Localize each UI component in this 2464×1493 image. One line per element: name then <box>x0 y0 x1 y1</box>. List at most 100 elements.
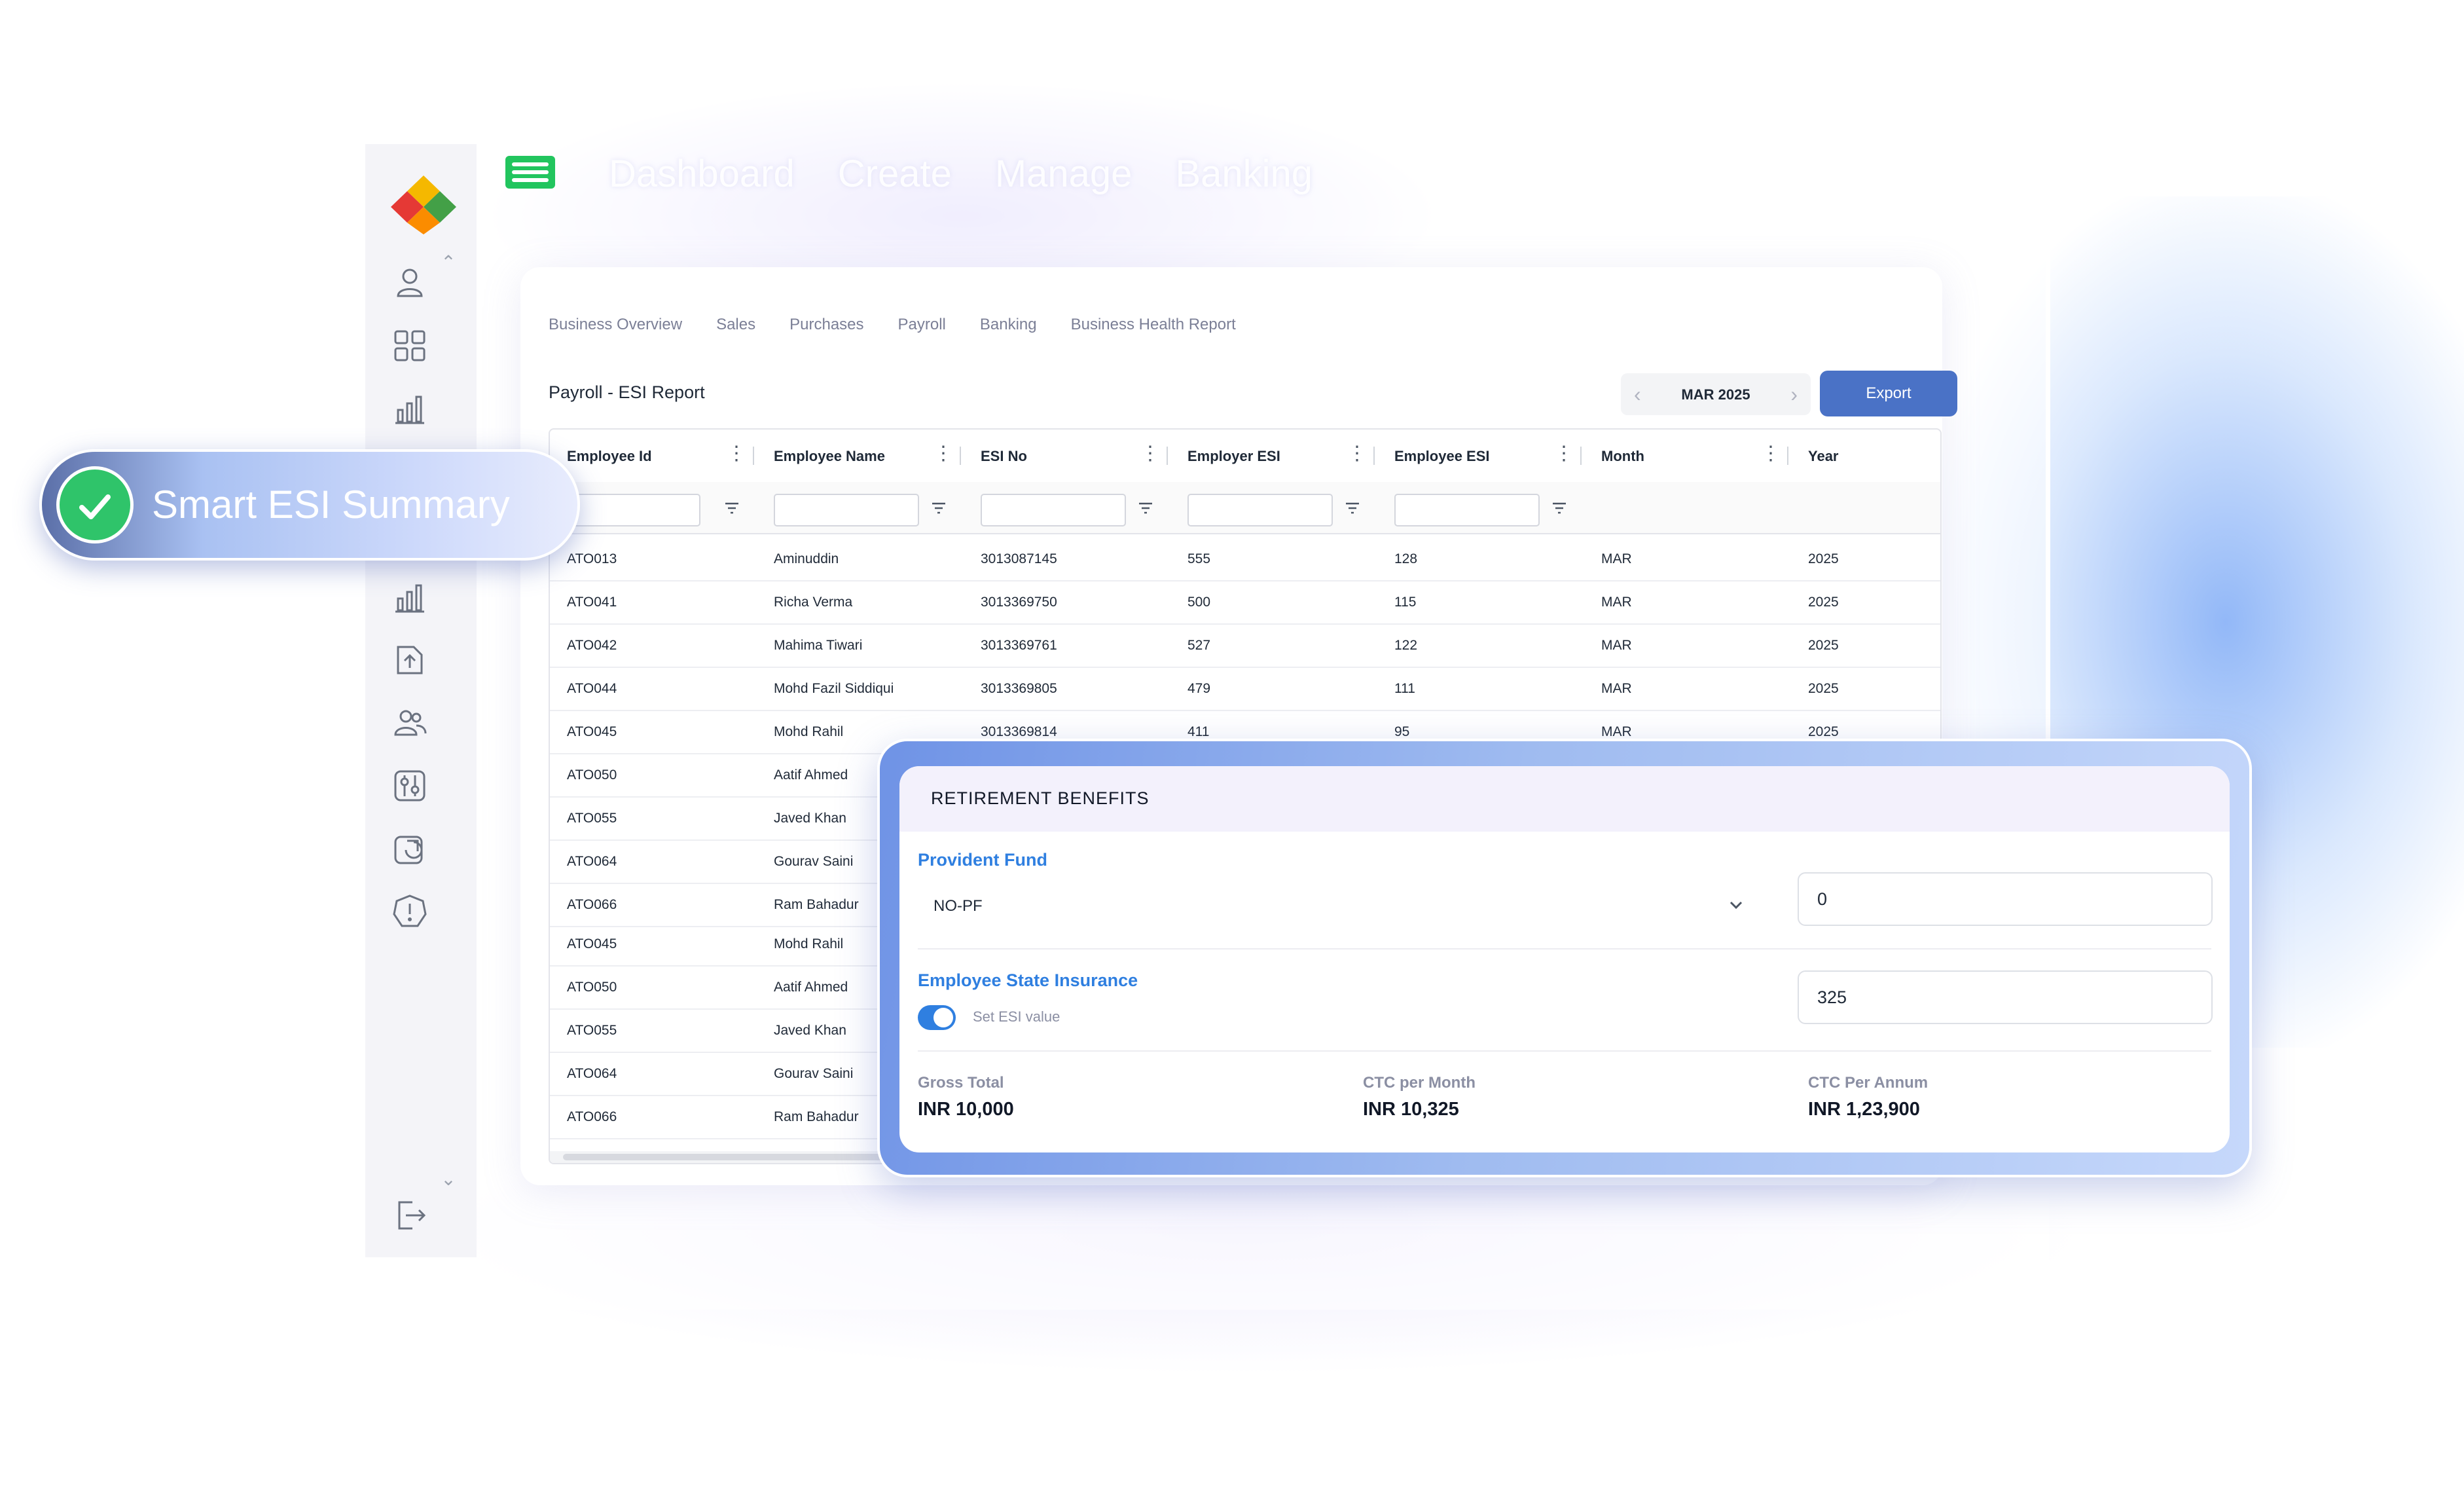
column-separator <box>1787 447 1788 465</box>
table-cell: 2025 <box>1808 724 1839 739</box>
column-menu-icon[interactable]: ⋮ <box>1761 444 1781 464</box>
tab-business-overview[interactable]: Business Overview <box>549 316 682 334</box>
table-cell: ATO055 <box>567 811 617 826</box>
table-cell: Mohd Fazil Siddiqui <box>774 681 894 696</box>
column-header-employee-name[interactable]: Employee Name ⋮ <box>757 430 964 482</box>
table-cell: Ram Bahadur <box>774 1109 859 1124</box>
export-button[interactable]: Export <box>1820 371 1957 416</box>
column-label: Employee ESI <box>1394 448 1490 464</box>
chevron-right-icon[interactable]: › <box>1790 382 1798 406</box>
table-cell: 2025 <box>1808 638 1839 653</box>
field-value: 0 <box>1817 889 1828 909</box>
upload-file-icon[interactable] <box>390 640 429 680</box>
table-cell: 2025 <box>1808 681 1839 696</box>
filter-input-employer-esi[interactable] <box>1187 494 1333 526</box>
column-separator <box>960 447 961 465</box>
decorative-divider <box>2046 223 2050 740</box>
tab-payroll[interactable]: Payroll <box>898 316 946 334</box>
nav-create[interactable]: Create <box>838 152 952 196</box>
filter-icon[interactable] <box>1136 499 1155 517</box>
sidebar-scroll-down-icon[interactable]: ⌄ <box>439 1170 458 1189</box>
column-label: Employer ESI <box>1187 448 1280 464</box>
user-icon[interactable] <box>390 263 429 303</box>
esi-value-field[interactable]: 325 <box>1798 970 2213 1024</box>
table-cell: 128 <box>1394 551 1418 566</box>
table-row[interactable]: ATO044 Mohd Fazil Siddiqui 3013369805 479 11… <box>550 667 1940 711</box>
filter-icon[interactable] <box>1550 499 1568 517</box>
table-cell: ATO045 <box>567 724 617 739</box>
column-header-employee-esi[interactable]: Employee ESI ⋮ <box>1377 430 1584 482</box>
column-header-month[interactable]: Month ⋮ <box>1584 430 1791 482</box>
table-cell: MAR <box>1601 681 1632 696</box>
filter-input-esi-no[interactable] <box>981 494 1126 526</box>
column-header-employee-id[interactable]: Employee Id ⋮ <box>550 430 757 482</box>
filter-icon[interactable] <box>1343 499 1362 517</box>
sliders-icon[interactable] <box>390 766 429 805</box>
tab-banking[interactable]: Banking <box>980 316 1037 334</box>
badge-text: Smart ESI Summary <box>152 483 510 526</box>
table-cell: MAR <box>1601 595 1632 610</box>
table-row[interactable]: ATO042 Mahima Tiwari 3013369761 527 122 MAR 20… <box>550 623 1940 668</box>
top-navigation: Dashboard Create Manage Banking <box>609 152 1313 196</box>
tab-sales[interactable]: Sales <box>716 316 755 334</box>
hamburger-menu-icon[interactable] <box>504 155 556 190</box>
nav-manage[interactable]: Manage <box>995 152 1132 196</box>
column-menu-icon[interactable]: ⋮ <box>1347 444 1367 464</box>
gross-total-label: Gross Total <box>918 1074 1004 1092</box>
pie-report-icon[interactable] <box>390 829 429 868</box>
table-cell: 3013369814 <box>981 724 1057 739</box>
column-header-esi-no[interactable]: ESI No ⋮ <box>964 430 1170 482</box>
check-circle-icon <box>56 466 134 544</box>
table-cell: Javed Khan <box>774 1023 846 1038</box>
table-cell: ATO055 <box>567 1023 617 1038</box>
set-esi-toggle[interactable] <box>918 1005 956 1030</box>
table-cell: 2025 <box>1808 551 1839 566</box>
chevron-down-icon[interactable] <box>1724 893 1748 917</box>
filter-row <box>550 482 1940 534</box>
column-label: Year <box>1808 448 1839 464</box>
provident-fund-value-field[interactable]: 0 <box>1798 872 2213 926</box>
column-menu-icon[interactable]: ⋮ <box>1140 444 1160 464</box>
toggle-knob <box>933 1008 953 1027</box>
provident-fund-select[interactable]: NO-PF <box>933 897 983 915</box>
table-cell: ATO050 <box>567 767 617 783</box>
bar-chart-icon[interactable] <box>390 578 429 617</box>
table-cell: ATO044 <box>567 681 617 696</box>
table-cell: 3013369750 <box>981 595 1057 610</box>
app-logo <box>391 175 456 234</box>
nav-dashboard[interactable]: Dashboard <box>609 152 795 196</box>
table-cell: 3013369761 <box>981 638 1057 653</box>
filter-icon[interactable] <box>930 499 948 517</box>
month-selector: ‹ MAR 2025 › <box>1621 373 1811 415</box>
column-menu-icon[interactable]: ⋮ <box>1554 444 1574 464</box>
table-cell: ATO013 <box>567 551 617 566</box>
filter-input-employee-esi[interactable] <box>1394 494 1540 526</box>
column-header-year[interactable]: Year <box>1791 430 1940 482</box>
column-separator <box>1373 447 1375 465</box>
sidebar-scroll-up-icon[interactable]: ⌃ <box>439 253 458 272</box>
gross-total-value: INR 10,000 <box>918 1099 1014 1120</box>
column-label: Month <box>1601 448 1644 464</box>
ctc-annum-label: CTC Per Annum <box>1808 1074 1929 1092</box>
table-header: Employee Id ⋮ Employee Name ⋮ ESI No ⋮ E… <box>550 430 1940 483</box>
column-header-employer-esi[interactable]: Employer ESI ⋮ <box>1170 430 1377 482</box>
table-cell: 527 <box>1187 638 1211 653</box>
bar-chart-icon[interactable] <box>390 389 429 428</box>
column-menu-icon[interactable]: ⋮ <box>933 444 953 464</box>
tab-purchases[interactable]: Purchases <box>789 316 863 334</box>
column-menu-icon[interactable]: ⋮ <box>727 444 746 464</box>
users-icon[interactable] <box>390 703 429 743</box>
ctc-annum-value: INR 1,23,900 <box>1808 1099 1920 1120</box>
alert-icon[interactable] <box>390 892 429 931</box>
nav-banking[interactable]: Banking <box>1175 152 1313 196</box>
table-row[interactable]: ATO041 Richa Verma 3013369750 500 115 MAR 2025 <box>550 580 1940 625</box>
logout-icon[interactable] <box>390 1196 429 1235</box>
tab-business-health-report[interactable]: Business Health Report <box>1071 316 1236 334</box>
filter-icon[interactable] <box>723 499 741 517</box>
table-row[interactable]: ATO013 Aminuddin 3013087145 555 128 MAR 2025 <box>550 537 1940 581</box>
table-cell: Richa Verma <box>774 595 853 610</box>
provident-fund-label: Provident Fund <box>918 850 1047 870</box>
page-title: Payroll - ESI Report <box>549 382 705 402</box>
grid-icon[interactable] <box>390 326 429 365</box>
filter-input-employee-name[interactable] <box>774 494 919 526</box>
